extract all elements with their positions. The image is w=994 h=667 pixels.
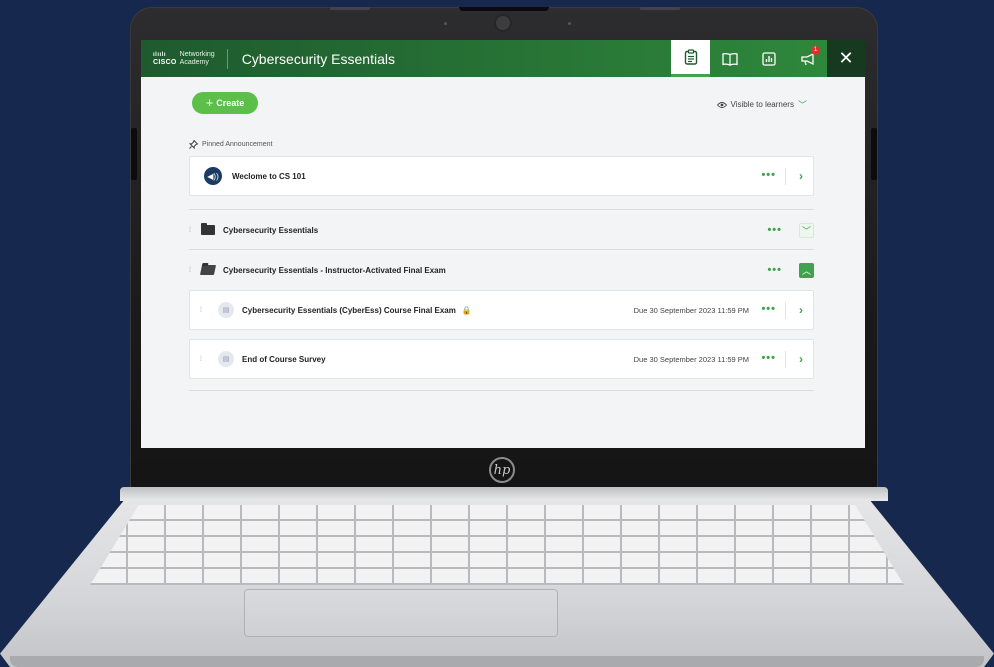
clipboard-icon [684,49,697,65]
lid-detail [330,7,370,10]
cisco-networking-academy-logo[interactable]: ılıılı CISCO Networking Academy [141,40,215,77]
hp-logo: hp [489,457,515,483]
book-icon [721,52,738,66]
cisco-bars: ılıılı [153,51,167,58]
chart-icon [761,51,776,66]
header-divider [226,48,228,69]
course-title: Cybersecurity Essentials [241,50,395,67]
chevron-right-icon[interactable]: › [799,169,803,183]
list-item-final-exam[interactable]: ⁞ ▤ Cybersecurity Essentials (CyberEss) … [189,290,814,330]
section-divider [189,390,814,391]
item-title: Cybersecurity Essentials (CyberEss) Cour… [242,305,456,315]
create-button-label: Create [216,98,245,108]
separator [785,168,786,185]
module-title: Cybersecurity Essentials - Instructor-Ac… [223,265,446,275]
separator [785,351,786,368]
due-date: Due 30 September 2023 11:59 PM [633,355,749,364]
lid-hinge-left [131,128,137,180]
due-date: Due 30 September 2023 11:59 PM [633,306,749,315]
tab-gradebook[interactable] [710,40,749,77]
module-title: Cybersecurity Essentials [223,225,319,235]
brand-networking: Networking [179,50,215,58]
more-options-icon[interactable]: ••• [761,352,776,364]
document-icon: ▤ [218,351,234,367]
tab-announcements[interactable]: 1 [788,40,827,77]
close-button[interactable]: ✕ [827,40,865,77]
chevron-up-icon[interactable]: ︿ [799,262,814,278]
keyboard [90,505,904,585]
notification-badge: 1 [811,46,820,55]
course-content: + Create Visible to learners ﹀ Pinned An… [141,77,865,448]
more-options-icon[interactable]: ••• [767,224,782,236]
create-button[interactable]: + Create [192,92,258,114]
lid-detail [640,7,680,10]
chevron-down-icon: ﹀ [797,100,807,110]
plus-icon: + [205,95,214,110]
more-options-icon[interactable]: ••• [761,303,776,315]
laptop-hinge-bar [120,487,888,501]
sensor-dot [444,22,447,25]
drag-handle-icon[interactable]: ⁞ [189,267,201,274]
brand-academy: Academy [179,58,209,66]
laptop-screen: ılıılı CISCO Networking Academy Cybersec… [141,40,865,448]
separator [785,302,786,319]
folder-icon [201,223,215,235]
list-item-course-survey[interactable]: ⁞ ▤ End of Course Survey Due 30 Septembe… [189,339,814,379]
drag-handle-icon[interactable]: ⁞ [189,227,201,234]
drag-handle-icon[interactable]: ⁞ [200,307,212,314]
module-final-exam[interactable]: ⁞ Cybersecurity Essentials - Instructor-… [189,260,814,280]
section-divider [189,209,814,210]
chevron-right-icon[interactable]: › [799,352,803,366]
item-title: End of Course Survey [242,354,326,364]
module-cybersecurity-essentials[interactable]: ⁞ Cybersecurity Essentials ••• ﹀ [189,220,814,240]
visibility-dropdown[interactable]: Visible to learners ﹀ [716,98,807,111]
folder-open-icon [199,265,217,275]
chevron-right-icon[interactable]: › [799,303,803,317]
eye-icon [716,101,727,108]
camera-notch [459,7,549,11]
pinned-announcement-card[interactable]: ◀)) Weclome to CS 101 ••• › [189,156,814,196]
announcement-title: Weclome to CS 101 [232,171,306,181]
touchpad [244,589,558,637]
lid-hinge-right [871,128,877,180]
app-header: ılıılı CISCO Networking Academy Cybersec… [141,40,865,77]
announcement-icon: ◀)) [204,167,222,185]
tab-reports[interactable] [749,40,788,77]
cisco-wordmark: CISCO [153,58,177,66]
document-icon: ▤ [218,302,234,318]
webcam [494,14,512,32]
pin-icon [189,140,198,149]
laptop-front-edge [10,656,984,667]
more-options-icon[interactable]: ••• [767,264,782,276]
chevron-down-icon[interactable]: ﹀ [799,222,814,238]
sensor-dot [568,22,571,25]
drag-handle-icon[interactable]: ⁞ [200,356,212,363]
pinned-label: Pinned Announcement [202,141,273,148]
more-options-icon[interactable]: ••• [761,169,776,181]
section-divider [189,249,814,250]
lock-icon: 🔒 [461,305,472,315]
close-icon: ✕ [838,48,854,68]
visibility-label: Visible to learners [730,100,794,109]
tab-assignments[interactable] [671,40,710,77]
header-actions: 1 ✕ [671,40,865,77]
pinned-announcement-heading: Pinned Announcement [189,140,272,149]
